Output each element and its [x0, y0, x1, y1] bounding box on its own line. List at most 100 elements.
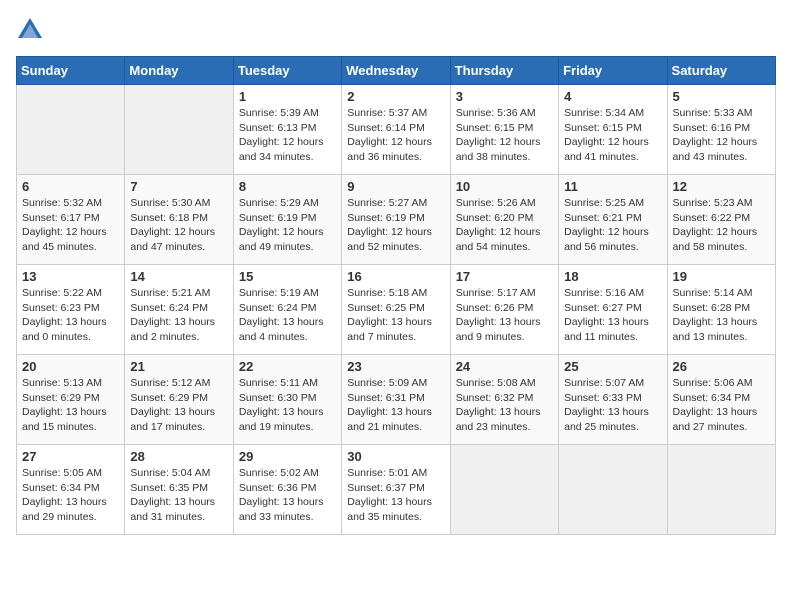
cell-content: Sunrise: 5:21 AM Sunset: 6:24 PM Dayligh…	[130, 286, 227, 345]
calendar-cell: 7 Sunrise: 5:30 AM Sunset: 6:18 PM Daylig…	[125, 175, 233, 265]
cell-content: Sunrise: 5:22 AM Sunset: 6:23 PM Dayligh…	[22, 286, 119, 345]
calendar-cell: 11 Sunrise: 5:25 AM Sunset: 6:21 PM Dayli…	[559, 175, 667, 265]
calendar-cell: 28 Sunrise: 5:04 AM Sunset: 6:35 PM Dayli…	[125, 445, 233, 535]
calendar-cell: 23 Sunrise: 5:09 AM Sunset: 6:31 PM Dayli…	[342, 355, 450, 445]
cell-content: Sunrise: 5:37 AM Sunset: 6:14 PM Dayligh…	[347, 106, 444, 165]
day-number: 10	[456, 179, 553, 194]
page-header	[16, 16, 776, 44]
day-number: 24	[456, 359, 553, 374]
cell-content: Sunrise: 5:01 AM Sunset: 6:37 PM Dayligh…	[347, 466, 444, 525]
calendar-cell: 2 Sunrise: 5:37 AM Sunset: 6:14 PM Daylig…	[342, 85, 450, 175]
calendar-cell: 19 Sunrise: 5:14 AM Sunset: 6:28 PM Dayli…	[667, 265, 775, 355]
calendar-cell: 21 Sunrise: 5:12 AM Sunset: 6:29 PM Dayli…	[125, 355, 233, 445]
cell-content: Sunrise: 5:27 AM Sunset: 6:19 PM Dayligh…	[347, 196, 444, 255]
calendar-cell: 26 Sunrise: 5:06 AM Sunset: 6:34 PM Dayli…	[667, 355, 775, 445]
cell-content: Sunrise: 5:09 AM Sunset: 6:31 PM Dayligh…	[347, 376, 444, 435]
calendar-cell: 8 Sunrise: 5:29 AM Sunset: 6:19 PM Daylig…	[233, 175, 341, 265]
weekday-header: Friday	[559, 57, 667, 85]
day-number: 11	[564, 179, 661, 194]
day-number: 25	[564, 359, 661, 374]
calendar-cell: 9 Sunrise: 5:27 AM Sunset: 6:19 PM Daylig…	[342, 175, 450, 265]
day-number: 8	[239, 179, 336, 194]
day-number: 16	[347, 269, 444, 284]
cell-content: Sunrise: 5:32 AM Sunset: 6:17 PM Dayligh…	[22, 196, 119, 255]
day-number: 28	[130, 449, 227, 464]
cell-content: Sunrise: 5:12 AM Sunset: 6:29 PM Dayligh…	[130, 376, 227, 435]
weekday-header: Thursday	[450, 57, 558, 85]
calendar-cell: 20 Sunrise: 5:13 AM Sunset: 6:29 PM Dayli…	[17, 355, 125, 445]
day-number: 9	[347, 179, 444, 194]
weekday-header: Saturday	[667, 57, 775, 85]
cell-content: Sunrise: 5:13 AM Sunset: 6:29 PM Dayligh…	[22, 376, 119, 435]
cell-content: Sunrise: 5:19 AM Sunset: 6:24 PM Dayligh…	[239, 286, 336, 345]
day-number: 19	[673, 269, 770, 284]
calendar-cell: 15 Sunrise: 5:19 AM Sunset: 6:24 PM Dayli…	[233, 265, 341, 355]
day-number: 27	[22, 449, 119, 464]
cell-content: Sunrise: 5:16 AM Sunset: 6:27 PM Dayligh…	[564, 286, 661, 345]
day-number: 14	[130, 269, 227, 284]
cell-content: Sunrise: 5:34 AM Sunset: 6:15 PM Dayligh…	[564, 106, 661, 165]
day-number: 26	[673, 359, 770, 374]
calendar-cell: 6 Sunrise: 5:32 AM Sunset: 6:17 PM Daylig…	[17, 175, 125, 265]
cell-content: Sunrise: 5:17 AM Sunset: 6:26 PM Dayligh…	[456, 286, 553, 345]
day-number: 3	[456, 89, 553, 104]
cell-content: Sunrise: 5:11 AM Sunset: 6:30 PM Dayligh…	[239, 376, 336, 435]
weekday-header: Wednesday	[342, 57, 450, 85]
weekday-header: Monday	[125, 57, 233, 85]
day-number: 7	[130, 179, 227, 194]
day-number: 22	[239, 359, 336, 374]
calendar-cell: 5 Sunrise: 5:33 AM Sunset: 6:16 PM Daylig…	[667, 85, 775, 175]
calendar-cell: 24 Sunrise: 5:08 AM Sunset: 6:32 PM Dayli…	[450, 355, 558, 445]
calendar-cell: 17 Sunrise: 5:17 AM Sunset: 6:26 PM Dayli…	[450, 265, 558, 355]
day-number: 15	[239, 269, 336, 284]
calendar-cell: 16 Sunrise: 5:18 AM Sunset: 6:25 PM Dayli…	[342, 265, 450, 355]
day-number: 2	[347, 89, 444, 104]
cell-content: Sunrise: 5:23 AM Sunset: 6:22 PM Dayligh…	[673, 196, 770, 255]
cell-content: Sunrise: 5:36 AM Sunset: 6:15 PM Dayligh…	[456, 106, 553, 165]
cell-content: Sunrise: 5:14 AM Sunset: 6:28 PM Dayligh…	[673, 286, 770, 345]
calendar-cell: 14 Sunrise: 5:21 AM Sunset: 6:24 PM Dayli…	[125, 265, 233, 355]
cell-content: Sunrise: 5:29 AM Sunset: 6:19 PM Dayligh…	[239, 196, 336, 255]
day-number: 20	[22, 359, 119, 374]
day-number: 1	[239, 89, 336, 104]
day-number: 13	[22, 269, 119, 284]
cell-content: Sunrise: 5:25 AM Sunset: 6:21 PM Dayligh…	[564, 196, 661, 255]
cell-content: Sunrise: 5:18 AM Sunset: 6:25 PM Dayligh…	[347, 286, 444, 345]
day-number: 30	[347, 449, 444, 464]
day-number: 23	[347, 359, 444, 374]
cell-content: Sunrise: 5:08 AM Sunset: 6:32 PM Dayligh…	[456, 376, 553, 435]
cell-content: Sunrise: 5:04 AM Sunset: 6:35 PM Dayligh…	[130, 466, 227, 525]
cell-content: Sunrise: 5:05 AM Sunset: 6:34 PM Dayligh…	[22, 466, 119, 525]
day-number: 21	[130, 359, 227, 374]
cell-content: Sunrise: 5:39 AM Sunset: 6:13 PM Dayligh…	[239, 106, 336, 165]
calendar-cell	[125, 85, 233, 175]
calendar-cell: 13 Sunrise: 5:22 AM Sunset: 6:23 PM Dayli…	[17, 265, 125, 355]
calendar-cell: 22 Sunrise: 5:11 AM Sunset: 6:30 PM Dayli…	[233, 355, 341, 445]
calendar-cell: 1 Sunrise: 5:39 AM Sunset: 6:13 PM Daylig…	[233, 85, 341, 175]
calendar-cell	[450, 445, 558, 535]
cell-content: Sunrise: 5:07 AM Sunset: 6:33 PM Dayligh…	[564, 376, 661, 435]
cell-content: Sunrise: 5:33 AM Sunset: 6:16 PM Dayligh…	[673, 106, 770, 165]
day-number: 29	[239, 449, 336, 464]
calendar-cell: 12 Sunrise: 5:23 AM Sunset: 6:22 PM Dayli…	[667, 175, 775, 265]
day-number: 4	[564, 89, 661, 104]
calendar-cell: 27 Sunrise: 5:05 AM Sunset: 6:34 PM Dayli…	[17, 445, 125, 535]
calendar-cell	[667, 445, 775, 535]
calendar-cell: 25 Sunrise: 5:07 AM Sunset: 6:33 PM Dayli…	[559, 355, 667, 445]
cell-content: Sunrise: 5:26 AM Sunset: 6:20 PM Dayligh…	[456, 196, 553, 255]
calendar-cell: 29 Sunrise: 5:02 AM Sunset: 6:36 PM Dayli…	[233, 445, 341, 535]
day-number: 6	[22, 179, 119, 194]
day-number: 5	[673, 89, 770, 104]
day-number: 12	[673, 179, 770, 194]
cell-content: Sunrise: 5:06 AM Sunset: 6:34 PM Dayligh…	[673, 376, 770, 435]
weekday-header: Sunday	[17, 57, 125, 85]
day-number: 17	[456, 269, 553, 284]
day-number: 18	[564, 269, 661, 284]
cell-content: Sunrise: 5:02 AM Sunset: 6:36 PM Dayligh…	[239, 466, 336, 525]
calendar-cell: 4 Sunrise: 5:34 AM Sunset: 6:15 PM Daylig…	[559, 85, 667, 175]
calendar-cell	[559, 445, 667, 535]
cell-content: Sunrise: 5:30 AM Sunset: 6:18 PM Dayligh…	[130, 196, 227, 255]
calendar-cell: 3 Sunrise: 5:36 AM Sunset: 6:15 PM Daylig…	[450, 85, 558, 175]
logo	[16, 16, 48, 44]
calendar-cell	[17, 85, 125, 175]
